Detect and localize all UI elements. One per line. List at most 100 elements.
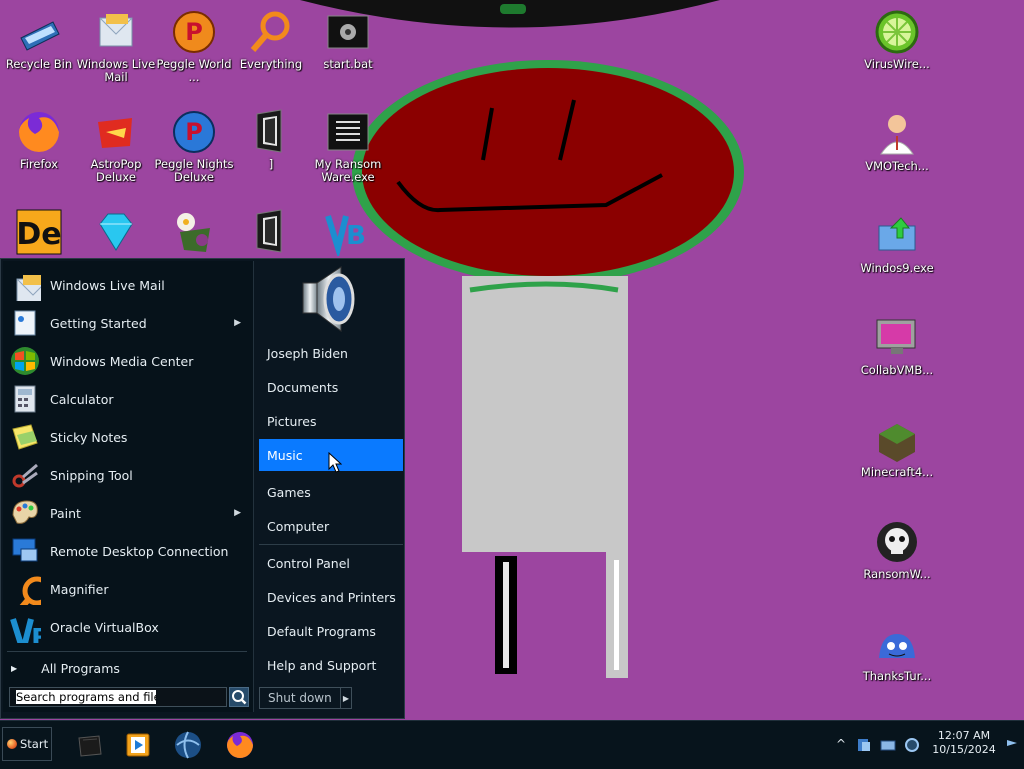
magnifier-icon [250, 11, 290, 52]
desktop-icon[interactable]: Recycle Bin [0, 8, 81, 71]
start-menu-place[interactable]: Devices and Printers [259, 581, 403, 613]
monitor-icon [876, 319, 916, 354]
de-app-icon: De [16, 209, 62, 255]
show-hidden-icons-button[interactable]: ^ [836, 737, 852, 753]
desktop-icon[interactable]: Firefox [0, 108, 81, 171]
desktop-icon-image [170, 208, 218, 256]
desktop-icon[interactable]: Windows Live Mail [74, 8, 158, 84]
user-picture[interactable] [297, 263, 361, 335]
program-icon [9, 535, 41, 567]
desktop-icon-label: Peggle Nights Deluxe [154, 157, 234, 184]
network-icon [880, 740, 896, 751]
wallpaper-face [362, 68, 734, 276]
start-menu-program[interactable]: Remote Desktop Connection [9, 533, 249, 569]
tray-action-center-button[interactable] [1004, 737, 1020, 753]
desktop-icon[interactable]: Everything [229, 8, 313, 71]
desktop-icon-image [247, 108, 295, 156]
desktop-icon[interactable]: start.bat [306, 8, 390, 71]
places-separator [259, 544, 403, 545]
volume-icon [905, 738, 919, 752]
search-input[interactable] [16, 690, 156, 704]
start-menu-program[interactable]: Windows Live Mail [9, 267, 249, 303]
desktop-icon-label: Firefox [19, 157, 59, 171]
start-menu-place[interactable]: Computer [259, 510, 403, 542]
desktop-icon[interactable]: P Peggle Nights Deluxe [152, 108, 236, 184]
taskbar: Start ^ 12:07 AM 10/15/2024 [0, 720, 1024, 769]
start-button[interactable]: Start [2, 727, 52, 761]
desktop-icon[interactable]: ] [229, 108, 313, 171]
desktop-icon[interactable]: VMOTech... [855, 110, 939, 173]
taskbar-media-player-button[interactable] [120, 727, 156, 763]
desktop-icon[interactable]: P Peggle World ... [152, 8, 236, 84]
desktop-icon[interactable]: ThanksTur... [855, 620, 939, 683]
search-button[interactable] [229, 687, 249, 707]
dark-folder-icon [256, 209, 282, 253]
media-player-icon [126, 733, 150, 757]
desktop-icon-image [873, 110, 921, 158]
all-programs-button[interactable]: ▶ All Programs [11, 657, 247, 679]
desktop-icon[interactable]: CollabVMB... [855, 314, 939, 377]
start-menu-place[interactable]: Games [259, 476, 403, 508]
desktop-icon-image: P [170, 108, 218, 156]
start-menu-program[interactable]: Windows Media Center [9, 343, 249, 379]
desktop-icon[interactable] [152, 208, 236, 258]
start-menu-program[interactable]: Getting Started ▶ [9, 305, 249, 341]
system-clock[interactable]: 12:07 AM 10/15/2024 [920, 729, 1008, 757]
start-menu: Windows Live Mail Getting Started ▶ Windows… [0, 258, 405, 719]
desktop-icon[interactable]: My Ransom Ware.exe [306, 108, 390, 184]
start-menu-program[interactable]: Sticky Notes [9, 419, 249, 455]
start-menu-place[interactable]: Pictures [259, 405, 403, 437]
chevron-right-icon: ▶ [234, 508, 241, 518]
search-box[interactable] [9, 687, 227, 707]
virtualbox-icon: B [325, 215, 366, 256]
desktop-icon-image [92, 108, 140, 156]
remote-desktop-icon [12, 538, 38, 562]
magnifier-icon [19, 576, 41, 605]
start-menu-program[interactable]: Calculator [9, 381, 249, 417]
start-menu-program[interactable]: Snipping Tool [9, 457, 249, 493]
desktop-icon[interactable]: Windos9.exe [855, 212, 939, 275]
blue-creature-icon [879, 634, 915, 658]
tray-security-button[interactable] [856, 737, 872, 753]
start-menu-place[interactable]: Help and Support [259, 649, 403, 681]
start-menu-place[interactable]: Control Panel [259, 547, 403, 579]
desktop-icon-label: VMOTech... [865, 159, 929, 173]
wallpaper-body [462, 276, 628, 552]
program-icon [9, 307, 41, 339]
desktop-icon-image: P [170, 8, 218, 56]
desktop-icon[interactable]: B [306, 208, 390, 258]
desktop-icon[interactable] [74, 208, 158, 258]
start-menu-place[interactable]: Documents [259, 371, 403, 403]
desktop-icon[interactable]: VirusWire... [855, 8, 939, 71]
desktop-icon-label: start.bat [323, 57, 373, 71]
tray-network-button[interactable] [880, 737, 896, 753]
clock-time: 12:07 AM [937, 729, 991, 742]
start-menu-place[interactable]: Default Programs [259, 615, 403, 647]
skull-icon [877, 522, 917, 562]
desktop-icon-image [324, 8, 372, 56]
start-menu-place[interactable]: Joseph Biden [259, 337, 403, 369]
taskbar-firefox-button[interactable] [222, 727, 258, 763]
peggle-icon: P [173, 11, 215, 53]
taskbar-terminal-button[interactable] [72, 727, 108, 763]
shutdown-button[interactable]: Shut down [259, 687, 341, 709]
shutdown-options-button[interactable]: ▶ [340, 687, 352, 709]
svg-text:B: B [31, 624, 41, 643]
start-menu-program[interactable]: B Oracle VirtualBox [9, 609, 249, 645]
start-menu-program[interactable]: Magnifier [9, 571, 249, 607]
program-label: Windows Media Center [50, 353, 194, 369]
desktop-icon-label: Windows Live Mail [76, 57, 156, 84]
desktop-icon-image: B [324, 208, 372, 256]
desktop-icon[interactable] [229, 208, 313, 258]
tray-volume-button[interactable] [904, 737, 920, 753]
desktop-icon[interactable]: De [0, 208, 81, 258]
all-programs-label: All Programs [41, 660, 120, 676]
desktop-icon[interactable]: RansomW... [855, 518, 939, 581]
desktop-icon[interactable]: AstroPop Deluxe [74, 108, 158, 184]
desktop-icon-image [92, 8, 140, 56]
program-icon [9, 269, 41, 301]
start-menu-program[interactable]: Paint ▶ [9, 495, 249, 531]
desktop-icon[interactable]: Minecraft4... [855, 416, 939, 479]
desktop-icon-image [873, 518, 921, 566]
taskbar-browser-button[interactable] [170, 727, 206, 763]
